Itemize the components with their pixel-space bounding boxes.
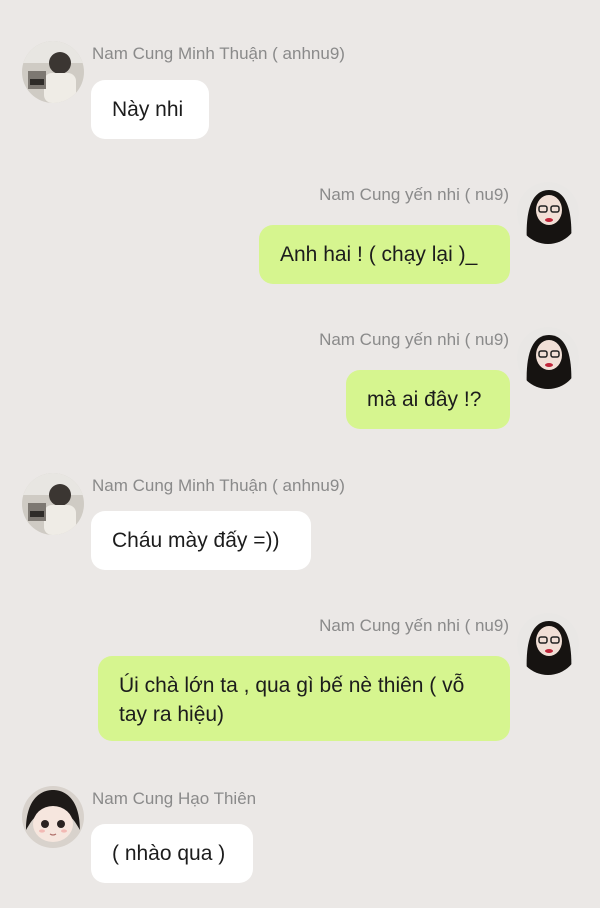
child-avatar[interactable] [22, 786, 84, 848]
female-avatar[interactable] [517, 182, 579, 244]
message-bubble[interactable]: Anh hai ! ( chạy lại )_ [259, 225, 510, 284]
sender-name: Nam Cung yến nhi ( nu9) [319, 616, 509, 635]
message-bubble[interactable]: Này nhi [91, 80, 209, 139]
female-avatar[interactable] [517, 613, 579, 675]
sender-name: Nam Cung yến nhi ( nu9) [319, 185, 509, 204]
message-bubble[interactable]: Cháu mày đấy =)) [91, 511, 311, 570]
male-avatar[interactable] [22, 473, 84, 535]
male-avatar[interactable] [22, 41, 84, 103]
sender-name: Nam Cung Hạo Thiên [92, 789, 257, 808]
message-bubble[interactable]: mà ai đây !? [346, 370, 510, 429]
message-bubble[interactable]: ( nhào qua ) [91, 824, 253, 883]
message-bubble[interactable]: Úi chà lớn ta , qua gì bế nè thiên ( vỗ … [98, 656, 510, 741]
sender-name: Nam Cung yến nhi ( nu9) [319, 330, 509, 349]
female-avatar[interactable] [517, 327, 579, 389]
sender-name: Nam Cung Minh Thuận ( anhnu9) [92, 476, 345, 495]
sender-name: Nam Cung Minh Thuận ( anhnu9) [92, 44, 345, 63]
